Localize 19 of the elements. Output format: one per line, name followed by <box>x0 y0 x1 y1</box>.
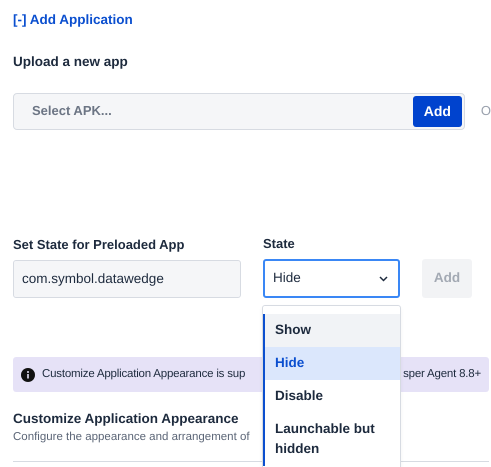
info-icon <box>21 368 35 382</box>
menu-option[interactable]: Disable <box>265 380 400 413</box>
section-description: Configure the appearance and arrangement of <box>13 430 250 446</box>
chevron-icon <box>379 276 388 282</box>
banner-text: Customize Application Appearance is sup <box>42 366 246 382</box>
side-text: O <box>480 102 491 120</box>
file-field[interactable]: Select APK... Add <box>13 92 465 130</box>
menu-option[interactable]: Hide <box>265 347 400 380</box>
package-field[interactable]: com.symbol.datawedge <box>13 260 241 298</box>
menu-option[interactable]: Launchable but hidden <box>265 413 400 466</box>
add-button[interactable]: Add <box>412 96 462 126</box>
state-select[interactable]: Hide <box>263 259 400 298</box>
banner-text: sper Agent 8.8+ <box>403 366 481 382</box>
collapse-link[interactable]: [-] Add Application <box>13 12 133 27</box>
menu-option[interactable]: Show <box>265 314 400 347</box>
field-label: Set State for Preloaded App <box>13 236 186 254</box>
section-title: Customize Application Appearance <box>13 410 239 428</box>
field-label: State <box>263 234 296 252</box>
section-title: Upload a new app <box>13 53 129 72</box>
